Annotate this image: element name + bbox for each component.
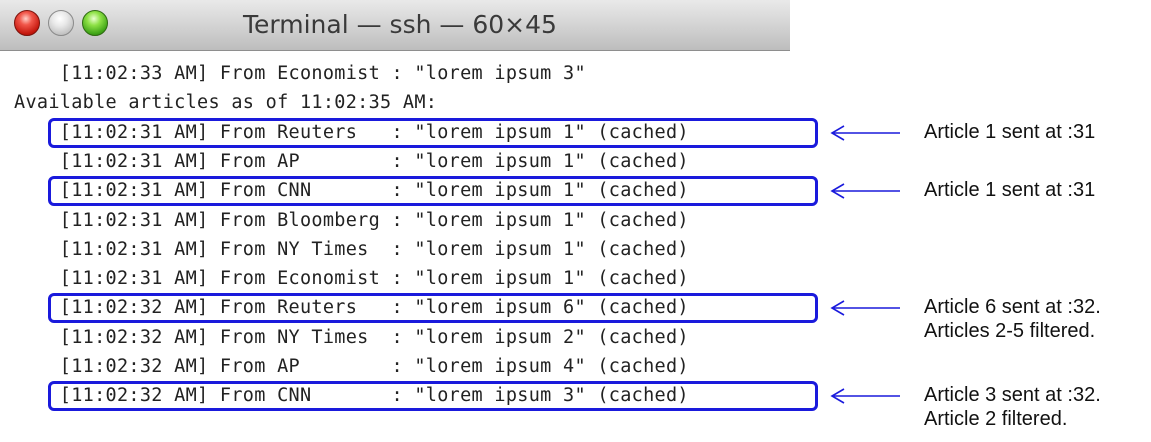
minimize-button[interactable] — [48, 10, 74, 36]
highlight-box — [48, 381, 818, 412]
terminal-log-line: [11:02:31 AM] From Economist : "lorem ip… — [14, 268, 689, 290]
annotation-note: Article 6 sent at :32. Articles 2-5 filt… — [924, 296, 1101, 343]
terminal-log-line: [11:02:31 AM] From Bloomberg : "lorem ip… — [14, 209, 689, 231]
terminal-log-line: [11:02:32 AM] From AP : "lorem ipsum 4" … — [14, 356, 689, 377]
close-button[interactable] — [14, 10, 40, 36]
highlight-box — [48, 117, 818, 148]
annotation-note: Article 1 sent at :31 — [924, 179, 1096, 202]
terminal-log-line: [11:02:31 AM] From AP : "lorem ipsum 1" … — [14, 150, 689, 172]
left-arrow-icon — [830, 388, 900, 404]
terminal-title-bar: Terminal — ssh — 60×45 — [0, 0, 790, 51]
window-title: Terminal — ssh — 60×45 — [243, 10, 557, 39]
highlight-box — [48, 176, 818, 207]
terminal-log-line: [11:02:32 AM] From NY Times : "lorem ips… — [14, 326, 689, 348]
highlight-box — [48, 293, 818, 324]
left-arrow-icon — [830, 300, 900, 317]
available-articles-heading: Available articles as of 11:02:35 AM: — [14, 92, 438, 114]
zoom-button[interactable] — [82, 10, 108, 36]
annotation-note: Article 1 sent at :31 — [924, 120, 1096, 143]
terminal-log-line: [11:02:33 AM] From Economist : "lorem ip… — [14, 63, 586, 84]
left-arrow-icon — [830, 124, 900, 141]
left-arrow-icon — [830, 183, 900, 199]
annotation-note: Article 3 sent at :32. Article 2 filtere… — [924, 384, 1101, 431]
terminal-log-line: [11:02:31 AM] From NY Times : "lorem ips… — [14, 238, 689, 260]
